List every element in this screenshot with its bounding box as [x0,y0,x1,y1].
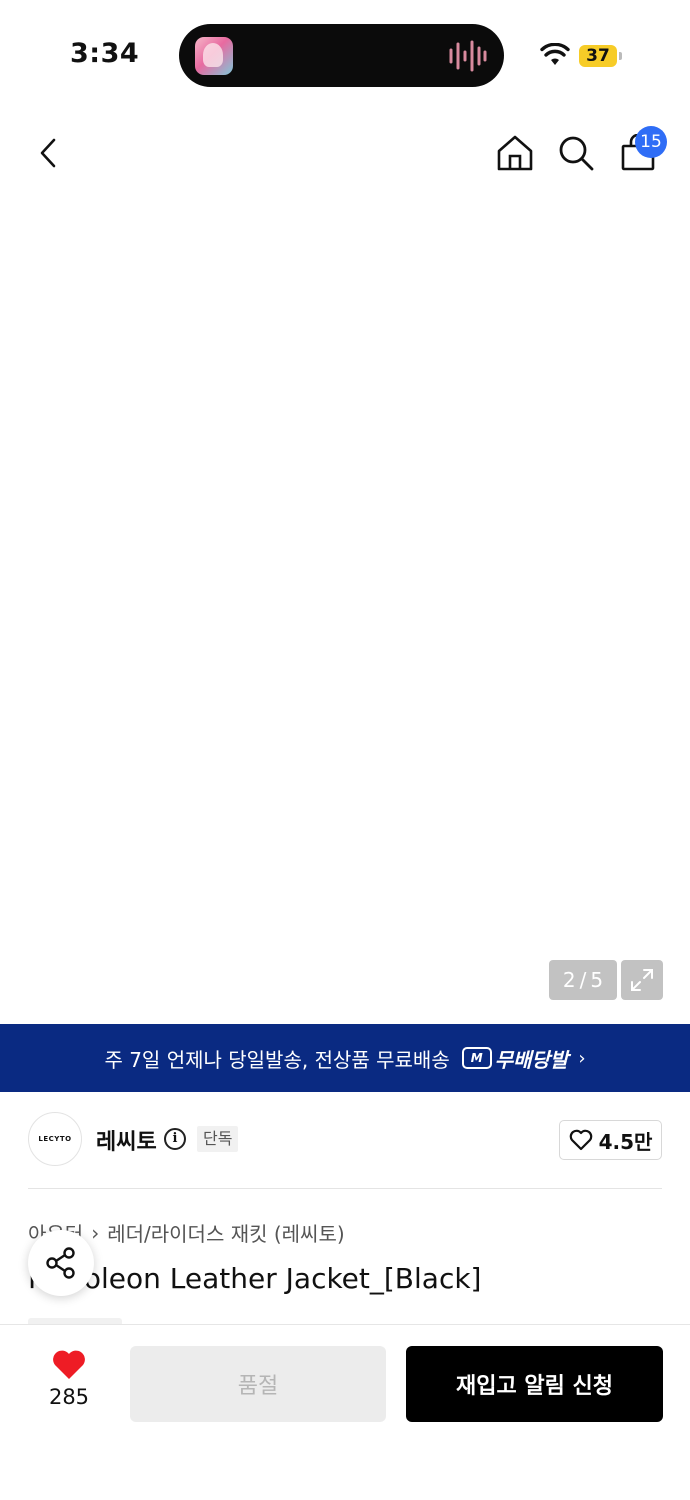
chevron-left-icon [40,138,56,168]
home-icon [497,135,533,171]
restock-alert-button[interactable]: 재입고 알림 신청 [406,1346,663,1422]
chevron-right-icon: › [578,1047,586,1069]
top-navigation [0,110,690,194]
share-icon [46,1247,75,1279]
cart-count-badge: 15 [635,126,667,158]
status-bar: 3:34 37 [0,0,690,110]
search-icon [559,136,594,171]
share-button[interactable] [28,1230,94,1296]
page-current: 2 [562,968,576,992]
image-page-counter: 2 / 5 [549,960,617,1000]
info-icon[interactable]: i [164,1128,186,1150]
expand-icon [631,969,653,991]
back-button[interactable] [24,128,74,178]
battery-tip [619,52,622,60]
soldout-button: 품절 [130,1346,386,1422]
wifi-icon [540,43,570,65]
exclusive-badge: 단독 [197,1126,239,1152]
battery-indicator: 37 [579,45,617,67]
dynamic-island [179,24,504,87]
brand-row: LECYTO 레씨토 i 단독 4.5만 [0,1110,690,1170]
banner-text: 주 7일 언제나 당일발송, 전상품 무료배송 [104,1047,450,1072]
divider [28,1188,662,1189]
brand-logo[interactable]: LECYTO [28,1112,82,1166]
product-photo-jacket [98,290,592,952]
delivery-truck-icon: M [461,1047,492,1069]
brand-like-button[interactable]: 4.5만 [559,1120,662,1160]
audio-wave-icon [449,40,487,72]
expand-image-button[interactable] [621,960,663,1000]
now-playing-app-icon [195,37,233,75]
free-delivery-logo: M 무배당발 [461,1044,569,1073]
breadcrumb-separator: › [91,1220,100,1245]
home-button[interactable] [490,128,540,178]
brand-like-count: 4.5만 [598,1129,653,1154]
product-title: Napoleon Leather Jacket_[Black] [28,1262,482,1295]
heart-outline-icon [569,1129,592,1151]
breadcrumb-subcategory[interactable]: 레더/라이더스 재킷 (레씨토) [107,1218,344,1247]
status-time: 3:34 [70,38,140,69]
page-separator: / [579,968,587,992]
banner-logo-text: 무배당발 [494,1047,569,1072]
page-total: 5 [590,968,604,992]
bottom-action-bar: 285 품절 재입고 알림 신청 [0,1324,690,1500]
brand-name[interactable]: 레씨토 [96,1124,157,1156]
product-like-count: 285 [48,1385,90,1409]
product-like-button[interactable]: 285 [30,1349,108,1419]
search-button[interactable] [551,128,601,178]
heart-filled-icon [53,1350,85,1379]
product-image-gallery[interactable] [0,110,690,1024]
delivery-promo-banner[interactable]: 주 7일 언제나 당일발송, 전상품 무료배송 M 무배당발 › [0,1024,690,1092]
